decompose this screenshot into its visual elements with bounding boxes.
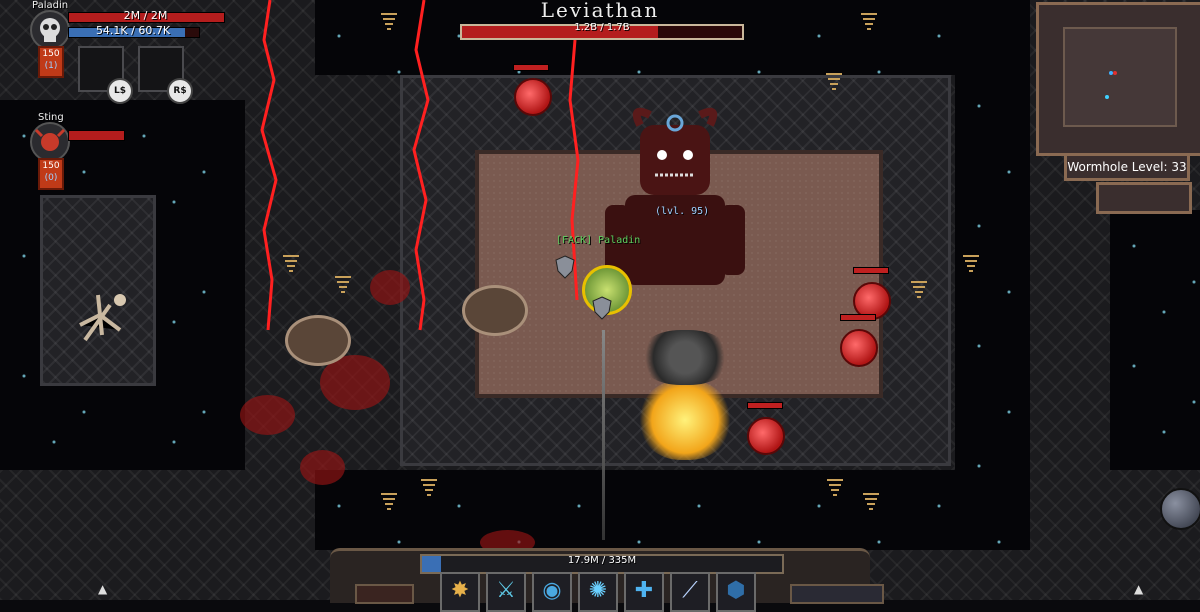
paw-icon: ✸ — [450, 578, 470, 603]
boss-health-text: 1.2B / 1.7B — [574, 22, 630, 33]
waypoint-marker-icon: ▲ — [98, 582, 108, 596]
tornado-icon — [962, 254, 980, 276]
tornado-icon — [910, 280, 928, 302]
skill-slot[interactable]: ◉ — [532, 572, 572, 612]
skill-slot[interactable]: ⟋ — [670, 572, 710, 612]
skill-slot[interactable]: ✺ — [578, 572, 618, 612]
blood-splatter — [300, 450, 345, 485]
tornado-icon — [380, 12, 398, 34]
minimap-enemy-marker — [1113, 71, 1117, 75]
heart-guardian-enemy — [514, 78, 552, 116]
rock-pile — [462, 285, 528, 336]
tornado-icon — [862, 492, 880, 514]
right-ability-key[interactable]: R$ — [167, 78, 193, 104]
left-ability-key[interactable]: L$ — [107, 78, 133, 104]
xp-text: 17.9M / 335M — [567, 555, 637, 566]
chat-tab-left[interactable] — [355, 584, 414, 604]
tornado-icon — [860, 12, 878, 34]
shield-icon: ⬢ — [726, 578, 746, 603]
heart-guardian-enemy — [840, 329, 878, 367]
player-portrait — [30, 10, 70, 50]
skill-slot[interactable]: ⚔ — [486, 572, 526, 612]
minimap-ally-marker — [1105, 95, 1109, 99]
boss-name: Leviathan — [540, 0, 660, 22]
skill-slot[interactable]: ✚ — [624, 572, 664, 612]
boss-level-tag: (lvl. 95) — [655, 206, 710, 217]
tornado-icon — [282, 254, 300, 276]
blood-splatter — [240, 395, 295, 435]
player-name: Paladin — [32, 0, 69, 11]
skull-icon — [40, 18, 60, 42]
tornado-icon — [420, 478, 438, 500]
red-lightning-beam — [412, 0, 430, 331]
skill-slot[interactable]: ✸ — [440, 572, 480, 612]
pet-portrait — [30, 122, 70, 162]
tornado-icon — [380, 492, 398, 514]
rock-pile — [285, 315, 351, 366]
waypoint-marker-icon: ▲ — [1134, 582, 1144, 596]
wormhole-level-label: Wormhole Level: 33 — [1064, 153, 1190, 181]
player-mana-text: 54.1K / 60.7K — [95, 24, 171, 37]
player-health-text: 2M / 2M — [123, 9, 168, 22]
player-level-badge: 150 (1) — [38, 46, 64, 78]
tornado-icon — [826, 478, 844, 500]
enemy-health-bar — [853, 267, 889, 274]
sword-icon: ⚔ — [496, 578, 516, 603]
orb-icon: ◉ — [542, 578, 562, 603]
menu-orb-button[interactable] — [1160, 488, 1200, 530]
scorpion-icon — [34, 128, 66, 151]
shield-icon — [592, 296, 612, 324]
projectile-trail — [602, 330, 605, 540]
red-lightning-beam — [260, 0, 278, 331]
pet-level: 150 — [42, 161, 60, 171]
skeleton-remains — [70, 285, 130, 345]
pet-level-badge: 150 (0) — [38, 158, 64, 190]
enemy-health-bar — [840, 314, 876, 321]
blade-icon: ⟋ — [682, 578, 698, 603]
pet-level-sub: (0) — [44, 173, 58, 183]
void-area — [1110, 210, 1200, 470]
player-level-sub: (1) — [44, 61, 58, 71]
player-guild-tag: [FACK] Paladin — [556, 235, 641, 246]
tornado-icon — [825, 72, 843, 94]
minimap-room — [1063, 27, 1177, 127]
enemy-health-bar — [747, 402, 783, 409]
shield-icon — [555, 255, 575, 283]
smoke-effect — [640, 330, 730, 385]
skill-slot[interactable]: ⬢ — [716, 572, 756, 612]
pet-health-bar — [68, 130, 125, 141]
holy-cross-icon: ✚ — [634, 578, 654, 603]
heart-guardian-enemy — [747, 417, 785, 455]
minimap[interactable] — [1036, 2, 1200, 156]
chat-tab-right[interactable] — [790, 584, 884, 604]
player-level: 150 — [42, 49, 60, 59]
enemy-health-bar — [513, 64, 549, 71]
fire-explosion-effect — [640, 380, 730, 460]
tornado-icon — [334, 275, 352, 297]
starburst-icon: ✺ — [588, 578, 608, 603]
minimap-tab[interactable] — [1096, 182, 1192, 214]
